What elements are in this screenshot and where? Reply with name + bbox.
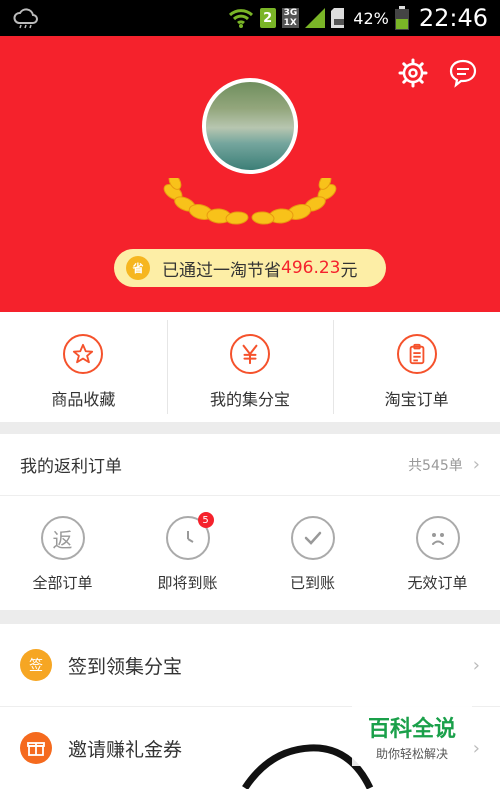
- rebate-orders-count: 共545单: [408, 457, 463, 474]
- order-type-invalid-label: 无效订单: [407, 574, 468, 592]
- shortcut-favorites-label: 商品收藏: [51, 390, 116, 409]
- profile-header: 省 已通过一淘节省 496.23 元: [0, 36, 500, 312]
- shortcut-jifenbao[interactable]: 我的集分宝: [166, 312, 334, 422]
- weather-cloud-icon: [13, 8, 38, 29]
- rebate-orders-title: 我的返利订单: [20, 457, 122, 477]
- yen-icon: [230, 334, 270, 374]
- sd-card-icon: [331, 8, 345, 28]
- savings-unit: 元: [340, 260, 358, 281]
- signal-icon: [305, 8, 326, 28]
- laurel-wreath-icon: [163, 178, 337, 225]
- chevron-right-icon: ›: [472, 654, 480, 676]
- rebate-orders-header[interactable]: 我的返利订单 共545单 ›: [0, 434, 500, 496]
- clipboard-icon: [396, 334, 437, 374]
- status-bar: 2 3G 1X 42% 22:46: [0, 0, 500, 36]
- gift-icon: [20, 732, 52, 764]
- wifi-icon: [228, 9, 253, 28]
- rebate-orders-card: 我的返利订单 共545单 › 返 全部订单 5 即将到账 已到账 无效订单: [0, 434, 500, 610]
- rebate-icon: 返: [40, 516, 85, 560]
- shortcut-jifenbao-label: 我的集分宝: [210, 390, 291, 409]
- clock: 22:46: [418, 4, 488, 32]
- battery-percentage: 42%: [353, 8, 389, 28]
- sign-in-label: 签到领集分宝: [68, 655, 183, 678]
- watermark-logo: 百科全说 助你轻松解决: [352, 706, 472, 766]
- pending-count-badge: 5: [197, 512, 214, 528]
- watermark-main: 百科全说: [367, 716, 456, 742]
- shortcut-taobao-orders[interactable]: 淘宝订单: [333, 312, 500, 422]
- chevron-right-icon: ›: [472, 454, 480, 475]
- savings-coin-icon: 省: [126, 256, 150, 280]
- avatar[interactable]: [202, 78, 298, 174]
- savings-prefix: 已通过一淘节省: [162, 260, 281, 281]
- savings-summary-pill: 省 已通过一淘节省 496.23 元: [114, 249, 386, 287]
- order-type-pending[interactable]: 5 即将到账: [125, 496, 250, 610]
- order-type-pending-label: 即将到账: [157, 574, 218, 592]
- check-icon: [290, 516, 335, 560]
- shortcut-favorites[interactable]: 商品收藏: [0, 312, 167, 422]
- message-bubble-icon[interactable]: [448, 58, 478, 88]
- sign-in-icon: 签: [20, 649, 52, 681]
- order-status-row: 返 全部订单 5 即将到账 已到账 无效订单: [0, 496, 500, 610]
- shortcut-taobao-orders-label: 淘宝订单: [384, 390, 449, 409]
- status-right-group: 2 3G 1X 42% 22:46: [228, 0, 488, 36]
- order-type-received[interactable]: 已到账: [250, 496, 375, 610]
- battery-icon: [394, 6, 409, 30]
- network-1x-label: 1X: [281, 18, 300, 28]
- order-type-all-label: 全部订单: [32, 574, 93, 592]
- sim-indicator: 2: [259, 8, 276, 28]
- watermark-sub: 助你轻松解决: [375, 746, 448, 761]
- network-type-indicator: 3G 1X: [281, 8, 300, 28]
- order-type-invalid[interactable]: 无效订单: [375, 496, 500, 610]
- order-type-all[interactable]: 返 全部订单: [0, 496, 125, 610]
- settings-gear-icon[interactable]: [398, 58, 428, 88]
- order-type-received-label: 已到账: [289, 574, 335, 592]
- savings-amount: 496.23: [281, 258, 341, 278]
- clock-icon: 5: [165, 512, 214, 560]
- network-3g-label: 3G: [281, 8, 300, 18]
- sad-face-icon: [415, 516, 460, 560]
- sign-in-row[interactable]: 签 签到领集分宝 ›: [0, 624, 500, 706]
- chevron-right-icon: ›: [472, 737, 480, 759]
- shortcut-row: 商品收藏 我的集分宝 淘宝订单: [0, 312, 500, 422]
- star-icon: [63, 334, 104, 374]
